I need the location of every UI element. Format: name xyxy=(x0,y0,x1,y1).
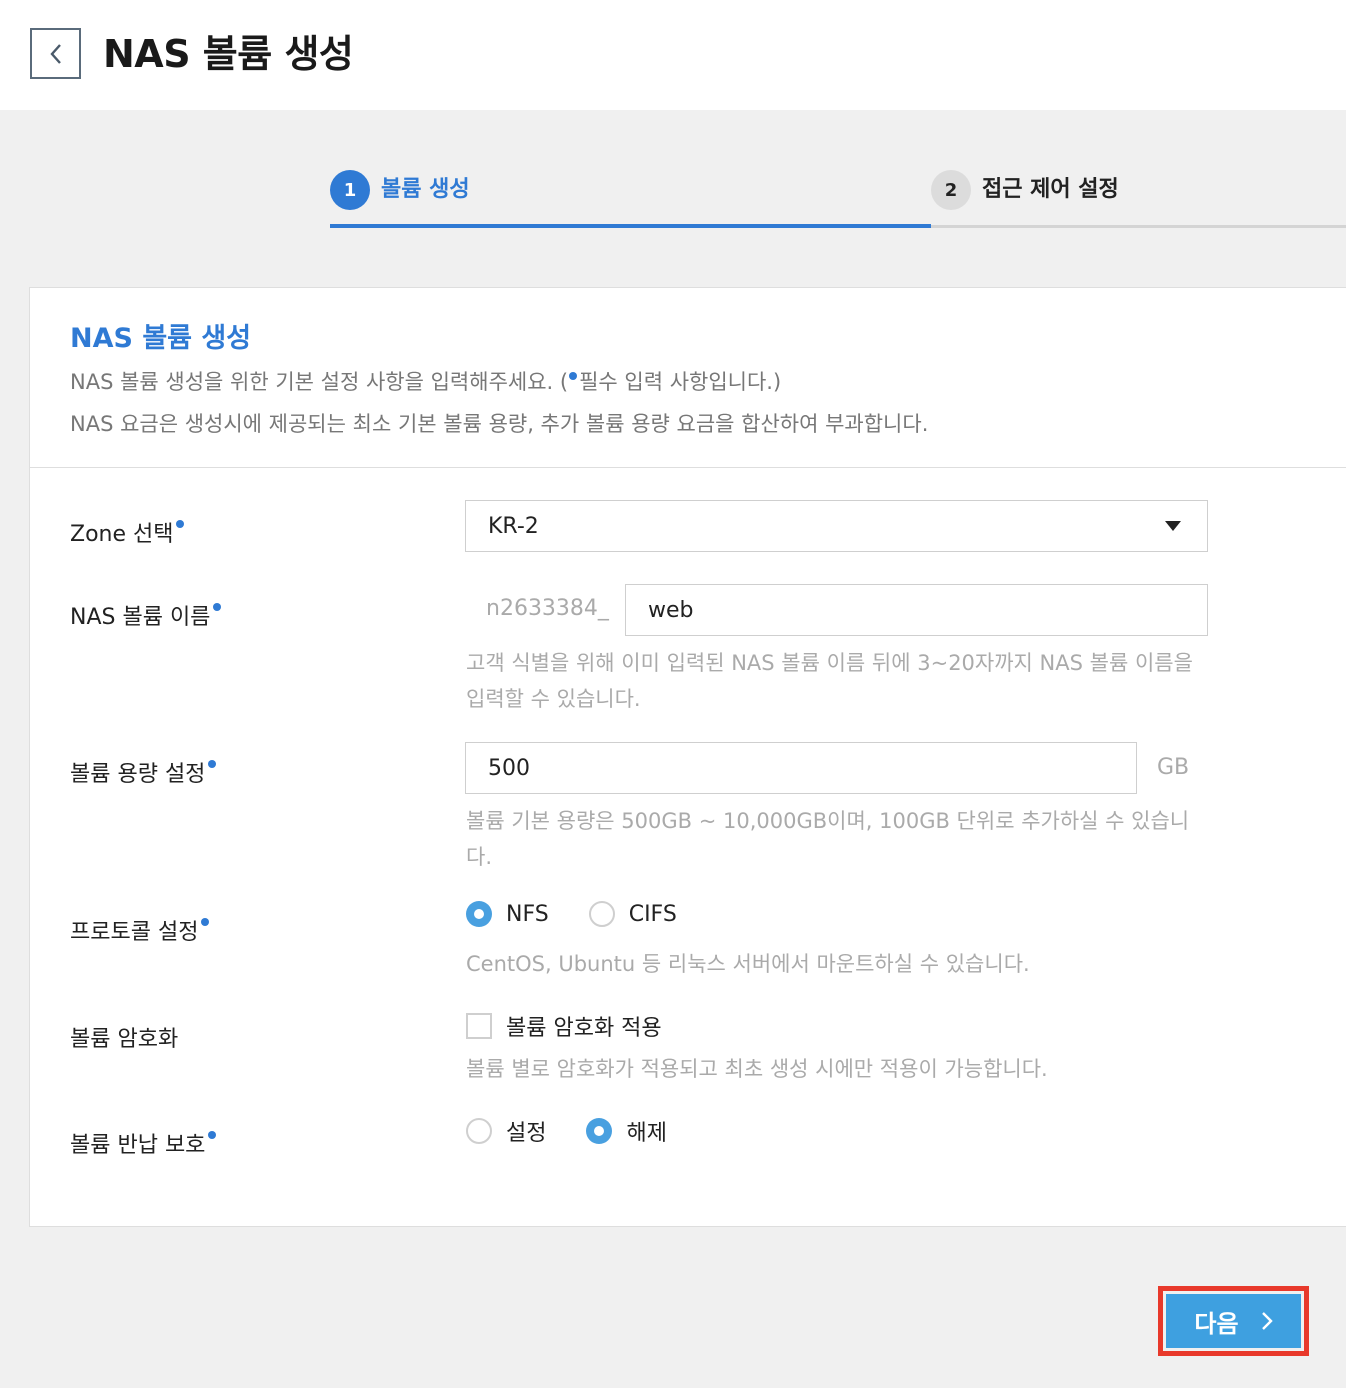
capacity-label-text: 볼륨 용량 설정 xyxy=(70,762,206,787)
next-button-label: 다음 xyxy=(1194,1309,1239,1338)
card-title: NAS 볼륨 생성 xyxy=(70,323,252,354)
step-tab-1[interactable]: 1 볼륨 생성 xyxy=(330,168,931,228)
protocol-radio-cifs[interactable] xyxy=(588,901,615,927)
zone-label: Zone 선택 xyxy=(70,516,185,548)
volume-name-value: web xyxy=(648,597,694,623)
capacity-help: 볼륨 기본 용량은 500GB ~ 10,000GB이며, 100GB 단위로 … xyxy=(466,809,1190,869)
return-protect-label-on[interactable]: 설정 xyxy=(506,1115,546,1147)
return-protect-label: 볼륨 반납 보호 xyxy=(70,1127,217,1159)
protocol-radio-nfs[interactable] xyxy=(466,901,492,927)
desc-text-suffix: 필수 입력 사항입니다.) xyxy=(579,370,782,394)
step-label-1: 볼륨 생성 xyxy=(381,177,470,202)
return-protect-radio-off[interactable] xyxy=(586,1118,613,1144)
page-header: NAS 볼륨 생성 xyxy=(0,0,1346,110)
card-description: NAS 볼륨 생성을 위한 기본 설정 사항을 입력해주세요. ( 필수 입력 사… xyxy=(70,366,781,396)
encryption-checkbox-label[interactable]: 볼륨 암호화 적용 xyxy=(506,1010,662,1042)
protocol-label-nfs[interactable]: NFS xyxy=(506,902,549,927)
volume-name-label: NAS 볼륨 이름 xyxy=(70,599,222,631)
protocol-label-cifs[interactable]: CIFS xyxy=(629,902,677,927)
capacity-input[interactable]: 500 xyxy=(465,742,1137,794)
required-dot-icon xyxy=(213,603,222,611)
card-header: NAS 볼륨 생성 NAS 볼륨 생성을 위한 기본 설정 사항을 입력해주세요… xyxy=(30,288,1346,468)
required-dot-icon xyxy=(208,1131,217,1139)
desc-text-prefix: NAS 볼륨 생성을 위한 기본 설정 사항을 입력해주세요. ( xyxy=(70,370,569,394)
back-button[interactable] xyxy=(30,28,81,79)
return-protect-radio-on[interactable] xyxy=(466,1118,492,1144)
required-dot-icon xyxy=(569,372,578,380)
volume-name-label-text: NAS 볼륨 이름 xyxy=(70,605,211,630)
protocol-label: 프로토콜 설정 xyxy=(70,914,210,946)
dropdown-arrow-icon xyxy=(1165,521,1181,531)
step-label-2: 접근 제어 설정 xyxy=(982,177,1119,202)
next-button-highlight: 다음 xyxy=(1158,1286,1309,1356)
encryption-help: 볼륨 별로 암호화가 적용되고 최초 생성 시에만 적용이 가능합니다. xyxy=(466,1057,1048,1081)
chevron-left-icon xyxy=(49,43,61,64)
capacity-value: 500 xyxy=(488,755,530,781)
return-protect-label-text: 볼륨 반납 보호 xyxy=(70,1133,206,1158)
next-button[interactable]: 다음 xyxy=(1166,1294,1301,1348)
protocol-radio-group: NFS CIFS xyxy=(466,901,717,927)
capacity-unit: GB xyxy=(1157,755,1190,780)
required-dot-icon xyxy=(201,918,210,926)
step-number-2: 2 xyxy=(931,170,971,210)
return-protect-radio-group: 설정 해제 xyxy=(466,1115,707,1147)
volume-name-prefix: n2633384_ xyxy=(486,596,609,621)
encryption-checkbox-group: 볼륨 암호화 적용 xyxy=(466,1010,702,1042)
capacity-label: 볼륨 용량 설정 xyxy=(70,756,217,788)
volume-name-help: 고객 식별을 위해 이미 입력된 NAS 볼륨 이름 뒤에 3~20자까지 NA… xyxy=(466,651,1193,711)
protocol-help: CentOS, Ubuntu 등 리눅스 서버에서 마운트하실 수 있습니다. xyxy=(466,952,1030,976)
encryption-label: 볼륨 암호화 xyxy=(70,1027,179,1052)
protocol-label-text: 프로토콜 설정 xyxy=(70,920,199,945)
chevron-right-icon xyxy=(1261,1311,1273,1331)
required-dot-icon xyxy=(176,520,185,528)
encryption-checkbox[interactable] xyxy=(466,1013,492,1039)
zone-select-value: KR-2 xyxy=(488,513,539,539)
pricing-description: NAS 요금은 생성시에 제공되는 최소 기본 볼륨 용량, 추가 볼륨 용량 … xyxy=(70,412,929,436)
zone-label-text: Zone 선택 xyxy=(70,522,174,547)
step-number-1: 1 xyxy=(330,170,370,210)
page-title: NAS 볼륨 생성 xyxy=(103,32,354,76)
return-protect-label-off[interactable]: 해제 xyxy=(626,1115,666,1147)
form-card: NAS 볼륨 생성 NAS 볼륨 생성을 위한 기본 설정 사항을 입력해주세요… xyxy=(29,287,1346,1227)
volume-name-input[interactable]: web xyxy=(625,584,1208,636)
zone-select[interactable]: KR-2 xyxy=(465,500,1208,552)
step-tab-2[interactable]: 2 접근 제어 설정 xyxy=(931,168,1346,228)
required-dot-icon xyxy=(208,760,217,768)
